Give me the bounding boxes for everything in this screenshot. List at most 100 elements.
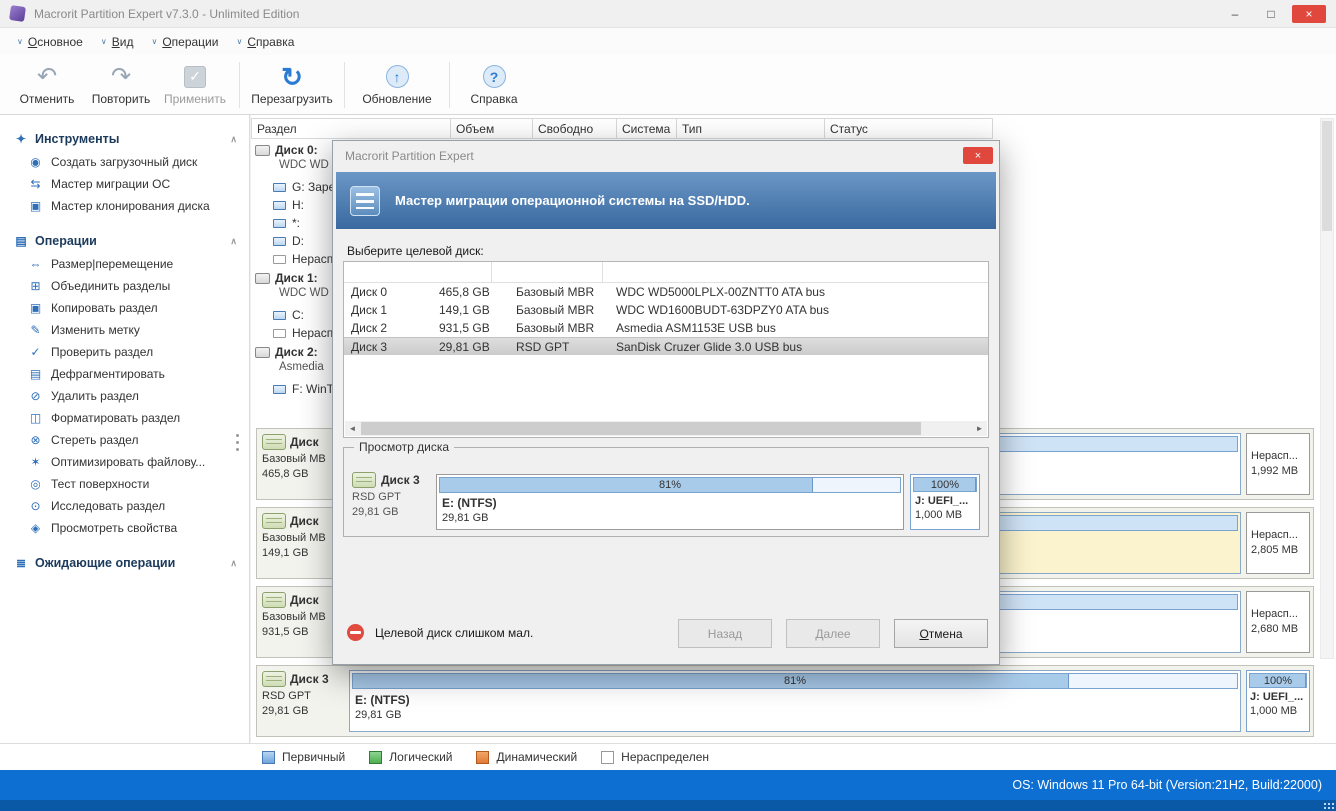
sidebar-section-pending: ≣ Ожидающие операции ∧ bbox=[0, 551, 249, 575]
disk-row-2[interactable]: Диск 2 931,5 GB Базовый MBR Asmedia ASM1… bbox=[344, 319, 988, 337]
sidebar-item-delete[interactable]: ⊘ Удалить раздел bbox=[0, 385, 249, 407]
toolbar-separator bbox=[449, 61, 450, 108]
sidebar-item-disk-clone[interactable]: ▣ Мастер клонирования диска bbox=[0, 195, 249, 217]
disk-row-1[interactable]: Диск 1 149,1 GB Базовый MBR WDC WD1600BU… bbox=[344, 301, 988, 319]
disk-row-0[interactable]: Диск 0 465,8 GB Базовый MBR WDC WD5000LP… bbox=[344, 283, 988, 301]
column-header-capacity[interactable]: Объем bbox=[451, 118, 533, 139]
sidebar-item-wipe[interactable]: ⊗ Стереть раздел bbox=[0, 429, 249, 451]
cancel-button[interactable]: Отмена bbox=[894, 619, 988, 648]
next-button[interactable]: Далее bbox=[786, 619, 880, 648]
scrollbar-thumb[interactable] bbox=[1322, 121, 1332, 231]
maximize-icon: □ bbox=[1267, 6, 1275, 21]
sidebar-header-tools[interactable]: ✦ Инструменты ∧ bbox=[0, 127, 249, 151]
chevron-down-icon: ∨ bbox=[100, 36, 107, 46]
disk-info[interactable]: Диск 3 RSD GPT 29,81 GB bbox=[262, 671, 346, 717]
maximize-button[interactable]: □ bbox=[1256, 5, 1286, 23]
menu-item-main[interactable]: ∨ Основное bbox=[8, 31, 92, 53]
disk-preview-group: Просмотр диска Диск 3 RSD GPT 29,81 GB 8… bbox=[343, 440, 989, 537]
sidebar-item-check[interactable]: ✓ Проверить раздел bbox=[0, 341, 249, 363]
sidebar-item-format[interactable]: ◫ Форматировать раздел bbox=[0, 407, 249, 429]
preview-partition-block[interactable]: 81% E: (NTFS) 29,81 GB bbox=[436, 474, 904, 530]
chevron-up-icon: ∧ bbox=[230, 133, 237, 144]
sidebar-item-surface-test[interactable]: ◎ Тест поверхности bbox=[0, 473, 249, 495]
unallocated-block[interactable]: Нерасп... 2,805 MB bbox=[1246, 512, 1310, 574]
redo-icon: ↷ bbox=[110, 62, 132, 90]
sidebar-item-explore[interactable]: ⊙ Исследовать раздел bbox=[0, 495, 249, 517]
disk-icon bbox=[352, 472, 376, 488]
status-strip bbox=[0, 800, 1336, 811]
table-header-cell[interactable] bbox=[344, 262, 492, 282]
usage-bar: 100% bbox=[1249, 673, 1307, 688]
horizontal-scrollbar[interactable]: ◄ ► bbox=[345, 421, 987, 436]
sidebar: ✦ Инструменты ∧ ◉ Создать загрузочный дис… bbox=[0, 115, 250, 743]
legend-dynamic: Динамический bbox=[476, 750, 577, 764]
partition-block-e[interactable]: 81% E: (NTFS) 29,81 GB bbox=[349, 670, 1241, 732]
sidebar-section-operations: ▤ Операции ∧ ⇔ Размер|перемещение ⊞ Объеди… bbox=[0, 229, 249, 539]
sidebar-item-merge[interactable]: ⊞ Объединить разделы bbox=[0, 275, 249, 297]
minimize-button[interactable]: – bbox=[1220, 5, 1250, 23]
legend-unallocated: Нераспределен bbox=[601, 750, 709, 764]
help-button[interactable]: ? Справка bbox=[457, 63, 531, 106]
sidebar-item-os-migration[interactable]: ⇆ Мастер миграции ОС bbox=[0, 173, 249, 195]
sidebar-item-resize[interactable]: ⇔ Размер|перемещение bbox=[0, 253, 249, 275]
sidebar-item-optimize[interactable]: ✶ Оптимизировать файлову... bbox=[0, 451, 249, 473]
column-header-partition[interactable]: Раздел bbox=[251, 118, 451, 139]
sidebar-header-operations[interactable]: ▤ Операции ∧ bbox=[0, 229, 249, 253]
app-logo-icon bbox=[9, 5, 26, 22]
apply-check-icon: ✓ bbox=[184, 65, 206, 88]
legend-primary: Первичный bbox=[262, 750, 345, 764]
sidebar-header-pending[interactable]: ≣ Ожидающие операции ∧ bbox=[0, 551, 249, 575]
legend-bar: Первичный Логический Динамический Нерасп… bbox=[0, 743, 1336, 770]
sidebar-item-label[interactable]: ✎ Изменить метку bbox=[0, 319, 249, 341]
clone-disk-icon: ▣ bbox=[29, 199, 42, 213]
table-header: Раздел Объем Свободно Система Тип Статус bbox=[251, 118, 993, 139]
resize-grip-icon[interactable] bbox=[1324, 803, 1326, 805]
defrag-icon: ▤ bbox=[29, 367, 42, 381]
back-button[interactable]: Назад bbox=[678, 619, 772, 648]
table-header-cell[interactable] bbox=[603, 262, 988, 282]
scroll-left-icon[interactable]: ◄ bbox=[345, 424, 360, 433]
unallocated-block[interactable]: Нерасп... 2,680 MB bbox=[1246, 591, 1310, 653]
close-button[interactable]: × bbox=[1292, 4, 1326, 23]
partition-block-efi[interactable]: 100% J: UEFI_... 1,000 MB bbox=[1246, 670, 1310, 732]
dynamic-swatch-icon bbox=[476, 750, 490, 764]
unallocated-block[interactable]: Нерасп... 1,992 MB bbox=[1246, 433, 1310, 495]
disk-row-3-selected[interactable]: Диск 3 29,81 GB RSD GPT SanDisk Cruzer G… bbox=[344, 337, 988, 355]
optimize-icon: ✶ bbox=[30, 455, 41, 469]
status-bar: OS: Windows 11 Pro 64-bit (Version:21H2,… bbox=[0, 770, 1336, 800]
sidebar-item-boot-disk[interactable]: ◉ Создать загрузочный диск bbox=[0, 151, 249, 173]
menu-item-view[interactable]: ∨ Вид bbox=[92, 31, 143, 53]
sidebar-item-defrag[interactable]: ▤ Дефрагментировать bbox=[0, 363, 249, 385]
sidebar-section-tools: ✦ Инструменты ∧ ◉ Создать загрузочный дис… bbox=[0, 127, 249, 217]
redo-button[interactable]: ↷ Повторить bbox=[84, 63, 158, 106]
disk-icon bbox=[262, 434, 286, 450]
menu-item-help[interactable]: ∨ Справка bbox=[227, 31, 303, 53]
explore-icon: ⊙ bbox=[30, 499, 41, 513]
sidebar-splitter[interactable] bbox=[236, 430, 240, 455]
disk-icon bbox=[255, 346, 270, 358]
scrollbar-thumb[interactable] bbox=[361, 422, 921, 435]
column-header-filesystem[interactable]: Система bbox=[617, 118, 677, 139]
sidebar-item-copy[interactable]: ▣ Копировать раздел bbox=[0, 297, 249, 319]
table-header-cell[interactable] bbox=[492, 262, 603, 282]
apply-button[interactable]: ✓ Применить bbox=[158, 63, 232, 106]
group-title: Просмотр диска bbox=[354, 440, 455, 454]
preview-efi-block[interactable]: 100% J: UEFI_... 1,000 MB bbox=[910, 474, 980, 530]
update-button[interactable]: ↑ Обновление bbox=[352, 63, 442, 106]
undo-button[interactable]: ↶ Отменить bbox=[10, 63, 84, 106]
vertical-scrollbar[interactable] bbox=[1320, 118, 1334, 659]
column-header-type[interactable]: Тип bbox=[677, 118, 825, 139]
column-header-status[interactable]: Статус bbox=[825, 118, 993, 139]
primary-swatch-icon bbox=[262, 750, 275, 764]
column-header-free[interactable]: Свободно bbox=[533, 118, 617, 139]
scroll-right-icon[interactable]: ► bbox=[972, 424, 987, 433]
window-title: Macrorit Partition Expert v7.3.0 - Unlim… bbox=[34, 6, 300, 21]
sidebar-item-properties[interactable]: ◈ Просмотреть свойства bbox=[0, 517, 249, 539]
menubar: ∨ Основное ∨ Вид ∨ Операции ∨ Справка bbox=[0, 28, 1336, 55]
reload-icon: ↻ bbox=[281, 61, 303, 92]
dialog-close-button[interactable]: × bbox=[963, 147, 993, 164]
disk-icon bbox=[255, 144, 270, 156]
minimize-icon: – bbox=[1231, 6, 1239, 21]
menu-item-operations[interactable]: ∨ Операции bbox=[142, 31, 227, 53]
reload-button[interactable]: ↻ Перезагрузить bbox=[247, 61, 337, 107]
